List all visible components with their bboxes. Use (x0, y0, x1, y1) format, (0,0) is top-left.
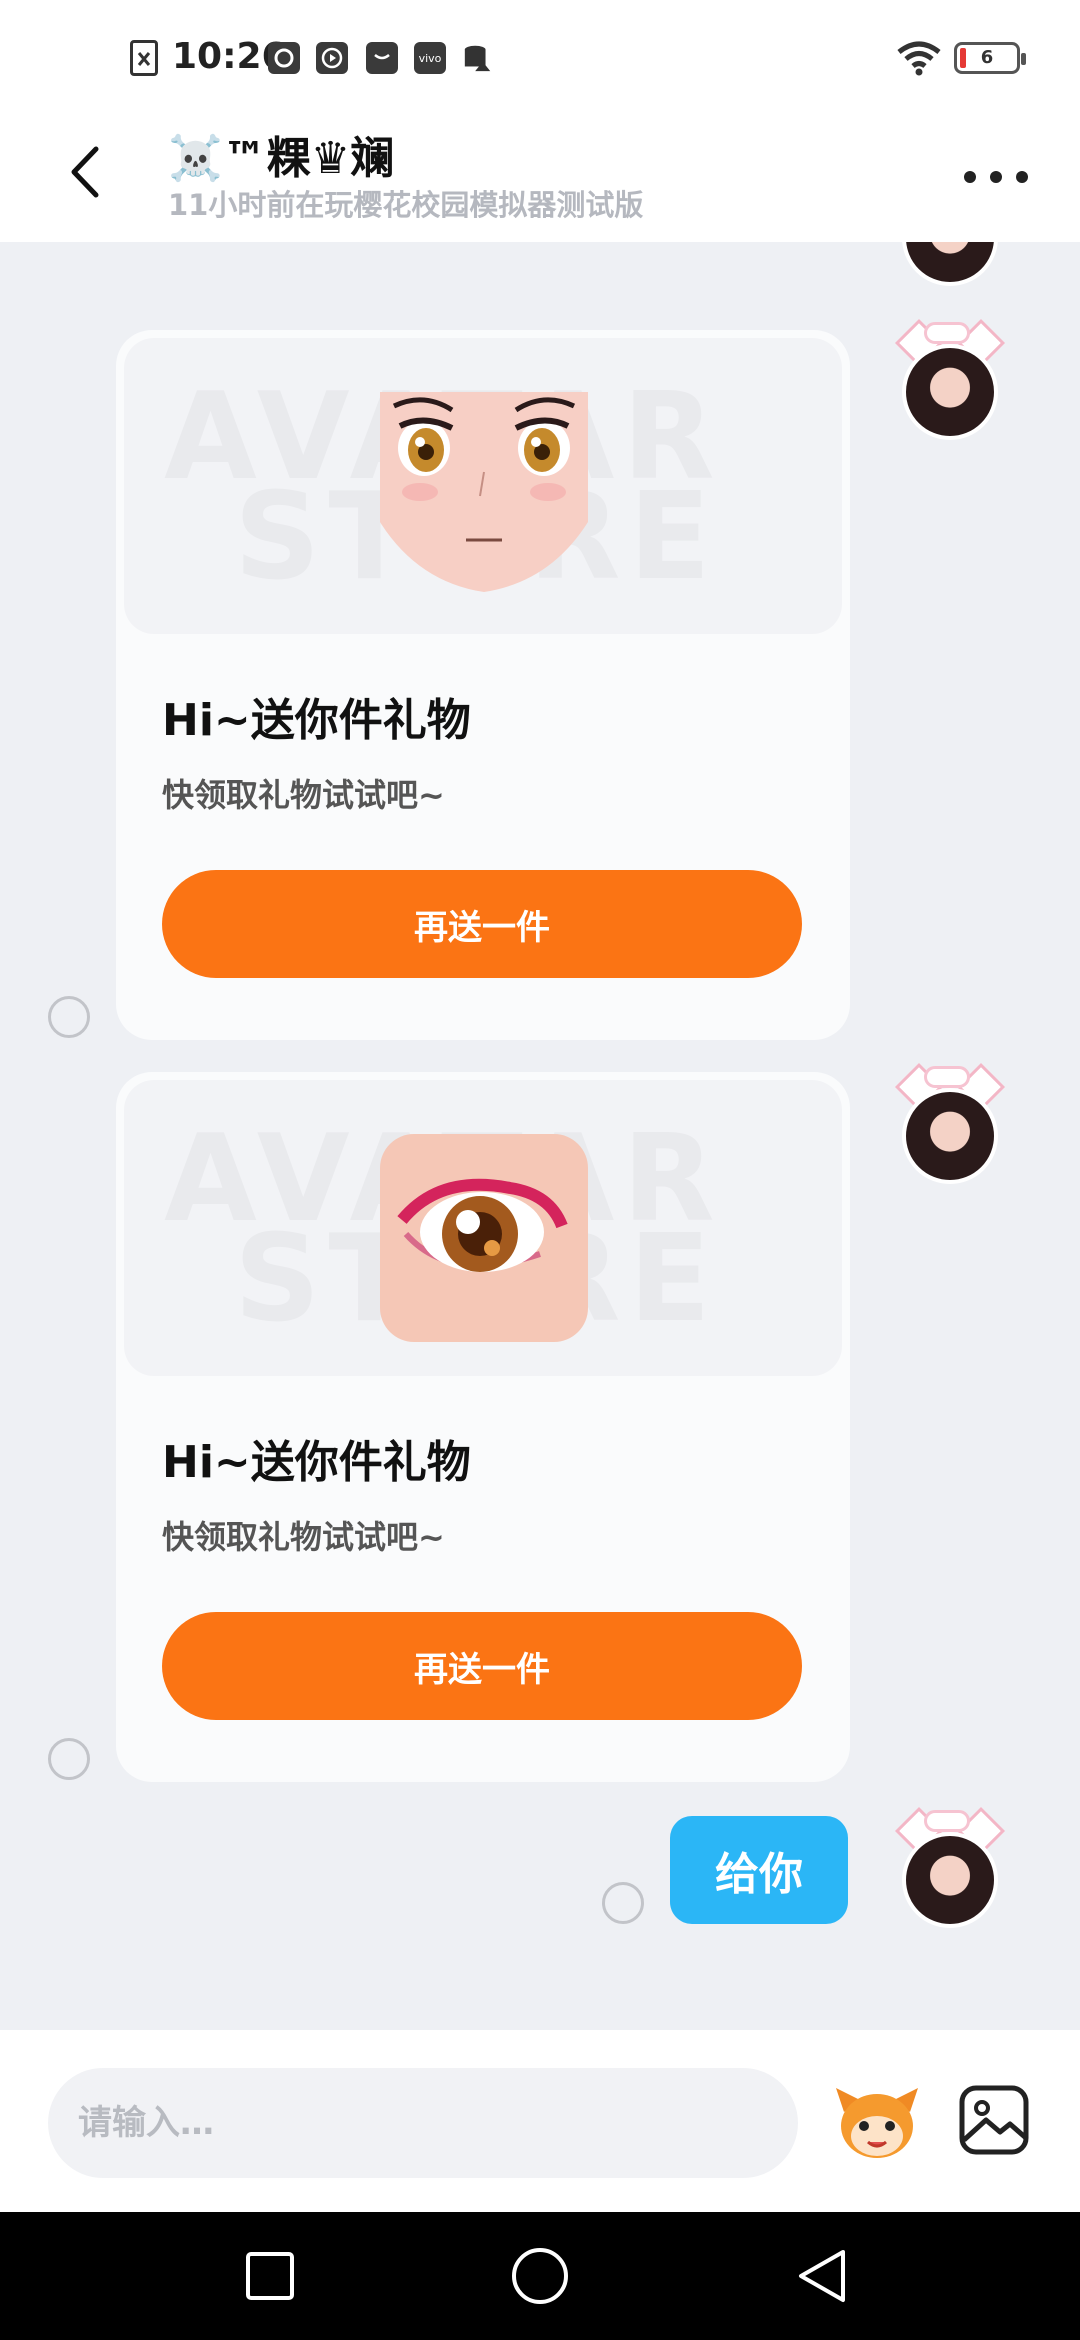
contact-name[interactable]: ☠️™粿♛斓 (168, 122, 394, 186)
emoji-mascot-icon[interactable] (834, 2082, 920, 2162)
square-icon (246, 2252, 294, 2300)
image-icon[interactable] (958, 2084, 1030, 2156)
gift-card-banner: AVATAR STORE (124, 338, 842, 634)
avatar[interactable] (888, 1806, 1012, 1938)
battery-icon: 6 (954, 42, 1026, 74)
chat-list[interactable]: AVATAR STORE Hi~送你 (0, 242, 1080, 2030)
gift-card-title: Hi~送你件礼物 (162, 695, 471, 746)
storage-icon (462, 42, 494, 74)
send-another-button[interactable]: 再送一件 (162, 870, 802, 978)
wifi-icon (897, 41, 941, 76)
select-message-checkbox[interactable] (48, 996, 90, 1038)
anime-eye-item[interactable] (380, 1134, 588, 1342)
message-input[interactable] (48, 2068, 798, 2178)
back-button[interactable] (54, 140, 114, 204)
battery-text: 6 (980, 47, 994, 68)
avatar-image (902, 1832, 998, 1928)
input-bar (0, 2030, 1080, 2212)
more-dot (1016, 171, 1028, 183)
qq-icon (268, 42, 300, 74)
system-navigation-bar (0, 2212, 1080, 2340)
chevron-left-icon (71, 146, 99, 198)
select-message-checkbox[interactable] (48, 1738, 90, 1780)
status-bar: 10:26 vivo 6 (0, 0, 1080, 110)
select-message-checkbox[interactable] (602, 1882, 644, 1924)
bow-decoration (924, 1066, 970, 1088)
eye-image (397, 1178, 568, 1272)
gift-card-desc: 快领取礼物试试吧~ (162, 1518, 445, 1556)
contact-status: 11小时前在玩樱花校园模拟器测试版 (168, 188, 644, 222)
vivo-icon: vivo (414, 42, 446, 74)
avatar-image (902, 1088, 998, 1184)
file-x-icon (130, 40, 158, 76)
more-dot (964, 171, 976, 183)
avatar-image (902, 344, 998, 440)
send-another-button[interactable]: 再送一件 (162, 1612, 802, 1720)
chat-header: ☠️™粿♛斓 11小时前在玩樱花校园模拟器测试版 (0, 110, 1080, 242)
anime-face-item[interactable] (380, 392, 588, 592)
avatar[interactable] (888, 318, 1012, 450)
bow-decoration (924, 322, 970, 344)
gift-card-desc: 快领取礼物试试吧~ (162, 776, 445, 814)
recents-button[interactable] (236, 2242, 304, 2310)
text-message-bubble[interactable]: 给你 (670, 1816, 848, 1924)
gift-card-banner: AVATAR STORE (124, 1080, 842, 1376)
more-dot (990, 171, 1002, 183)
more-options-button[interactable] (964, 162, 1028, 192)
gift-card: AVATAR STORE Hi~送你件礼物 快领取礼物试试吧~ 再送一件 (116, 1072, 850, 1782)
avatar-image (902, 242, 998, 286)
play-icon (316, 42, 348, 74)
gift-card-title: Hi~送你件礼物 (162, 1437, 471, 1488)
circle-icon (512, 2248, 568, 2304)
avatar[interactable] (888, 1062, 1012, 1194)
home-button[interactable] (506, 2242, 574, 2310)
gift-card: AVATAR STORE Hi~送你 (116, 330, 850, 1040)
avatar[interactable] (888, 242, 1012, 296)
bow-decoration (924, 1810, 970, 1832)
mail-icon (366, 42, 398, 74)
back-nav-button[interactable] (788, 2242, 856, 2310)
triangle-back-icon (799, 2250, 845, 2302)
